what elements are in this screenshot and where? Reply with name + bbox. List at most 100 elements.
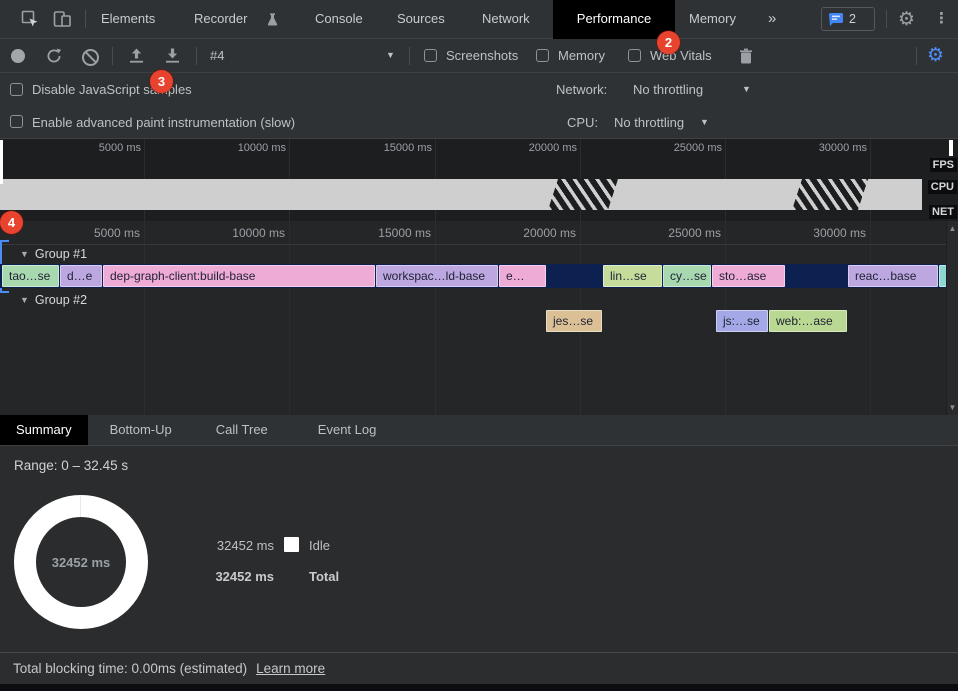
issues-counter-button[interactable]: 2 <box>821 7 875 31</box>
trash-icon[interactable] <box>739 48 753 67</box>
tab-event-log[interactable]: Event Log <box>302 415 393 445</box>
tab-memory[interactable]: Memory <box>689 0 736 38</box>
ruler-tick: 25000 ms <box>641 226 721 240</box>
ruler-tick: 15000 ms <box>351 226 431 240</box>
memory-checkbox[interactable] <box>536 49 549 62</box>
reload-and-record-icon[interactable] <box>46 48 62 67</box>
record-button[interactable] <box>11 49 25 63</box>
flame-bar[interactable]: tao…se <box>2 265 59 287</box>
capture-settings-gear-icon[interactable]: ⚙ <box>927 39 944 72</box>
divider <box>112 47 113 65</box>
cpu-hatched-region <box>548 179 618 210</box>
learn-more-link[interactable]: Learn more <box>256 661 325 676</box>
cpu-hatched-region <box>792 179 868 210</box>
footer-bar: Total blocking time: 0.00ms (estimated) … <box>0 652 958 684</box>
cpu-throttle-arrow[interactable]: ▼ <box>700 106 709 139</box>
tab-elements[interactable]: Elements <box>101 0 155 38</box>
history-select-arrow[interactable]: ▼ <box>386 39 395 72</box>
timeline-overview[interactable]: 5000 ms 10000 ms 15000 ms 20000 ms 25000… <box>0 139 958 221</box>
group1-header[interactable]: ▼Group #1 <box>20 247 87 261</box>
cpu-throttle-value[interactable]: No throttling <box>614 106 684 139</box>
tab-recorder[interactable]: Recorder <box>194 0 247 38</box>
advanced-paint-label[interactable]: Enable advanced paint instrumentation (s… <box>32 106 295 139</box>
tab-call-tree[interactable]: Call Tree <box>200 415 284 445</box>
kebab-menu-icon[interactable]: ⋮ <box>934 0 949 38</box>
more-tabs-chevron[interactable]: » <box>768 0 776 38</box>
gridline <box>289 221 290 415</box>
flame-chart[interactable]: 5000 ms 10000 ms 15000 ms 20000 ms 25000… <box>0 221 958 415</box>
scroll-down-icon[interactable]: ▼ <box>947 403 958 412</box>
ruler-divider <box>0 244 946 245</box>
screenshots-checkbox[interactable] <box>424 49 437 62</box>
divider <box>196 47 197 65</box>
overview-left-handle[interactable] <box>0 140 3 184</box>
divider <box>409 47 410 65</box>
legend-label: Idle <box>309 538 330 553</box>
flame-scrollbar[interactable]: ▲ ▼ <box>946 221 958 415</box>
flame-bar[interactable]: web:…ase <box>769 310 847 332</box>
annotation-badge-4: 4 <box>0 211 23 234</box>
device-toolbar-icon[interactable] <box>53 10 72 31</box>
ruler-tick: 30000 ms <box>786 226 866 240</box>
flame-bar[interactable]: sto…ase <box>712 265 785 287</box>
settings-gear-icon[interactable]: ⚙ <box>898 0 915 39</box>
devtools-window: Elements Recorder Console Sources Networ… <box>0 0 958 691</box>
overview-tick: 5000 ms <box>61 142 141 154</box>
tab-summary[interactable]: Summary <box>0 415 88 445</box>
save-profile-icon[interactable] <box>164 48 181 67</box>
legend-value: 32452 ms <box>190 569 274 584</box>
issues-bubble-icon <box>828 12 844 27</box>
load-profile-icon[interactable] <box>128 48 145 67</box>
collapse-triangle-icon: ▼ <box>20 295 29 305</box>
disable-js-samples-checkbox[interactable] <box>10 83 23 96</box>
issues-count: 2 <box>849 12 856 26</box>
flame-bar[interactable]: jes…se <box>546 310 602 332</box>
flame-bar[interactable]: cy…se <box>663 265 711 287</box>
scroll-up-icon[interactable]: ▲ <box>947 224 958 233</box>
flame-bar[interactable]: lin…se <box>603 265 662 287</box>
inspect-element-icon[interactable] <box>21 10 39 31</box>
annotation-badge-3: 3 <box>150 70 173 93</box>
window-bottom-strip <box>0 684 958 691</box>
flame-bar[interactable]: reac…base <box>848 265 938 287</box>
flame-bar[interactable]: d…e <box>60 265 102 287</box>
summary-panel: Range: 0 – 32.45 s 32452 ms 32452 ms Idl… <box>0 446 958 652</box>
network-throttle-arrow[interactable]: ▼ <box>742 73 751 106</box>
fps-track-label: FPS <box>930 158 957 172</box>
cpu-track-label: CPU <box>928 180 957 194</box>
tab-sources[interactable]: Sources <box>397 0 445 38</box>
overview-tick: 25000 ms <box>642 142 722 154</box>
tab-console[interactable]: Console <box>315 0 363 38</box>
overview-tick: 10000 ms <box>206 142 286 154</box>
flame-bar[interactable]: workspac…ld-base <box>376 265 498 287</box>
history-select[interactable]: #4 <box>210 39 224 72</box>
network-throttle-label: Network: <box>556 73 607 106</box>
overview-tick: 30000 ms <box>787 142 867 154</box>
total-blocking-time-text: Total blocking time: 0.00ms (estimated) <box>13 661 247 676</box>
clear-recording-icon[interactable] <box>82 49 99 66</box>
divider <box>916 47 917 65</box>
divider <box>886 10 887 28</box>
flame-bar[interactable]: dep-graph-client:build-base <box>103 265 375 287</box>
memory-label[interactable]: Memory <box>558 39 605 72</box>
flame-bar[interactable]: js:…se <box>716 310 768 332</box>
group2-header[interactable]: ▼Group #2 <box>20 293 87 307</box>
settings-row-paint: Enable advanced paint instrumentation (s… <box>0 106 958 139</box>
donut-center-value: 32452 ms <box>14 495 148 629</box>
screenshots-label[interactable]: Screenshots <box>446 39 518 72</box>
cpu-activity-band <box>0 179 922 210</box>
advanced-paint-checkbox[interactable] <box>10 115 23 128</box>
settings-row-js-samples: Disable JavaScript samples Network: No t… <box>0 73 958 106</box>
ruler-tick: 20000 ms <box>496 226 576 240</box>
detail-tab-bar: Summary Bottom-Up Call Tree Event Log <box>0 415 958 446</box>
tab-bottom-up[interactable]: Bottom-Up <box>94 415 188 445</box>
network-throttle-value[interactable]: No throttling <box>633 73 703 106</box>
performance-toolbar: #4 ▼ Screenshots Memory Web Vitals ⚙ <box>0 39 958 73</box>
flame-bar[interactable]: e… <box>499 265 546 287</box>
gridline <box>870 221 871 415</box>
tab-network[interactable]: Network <box>482 0 530 38</box>
overview-right-handle[interactable] <box>949 140 953 156</box>
tab-performance[interactable]: Performance <box>553 0 675 39</box>
ruler-tick: 5000 ms <box>60 226 140 240</box>
web-vitals-checkbox[interactable] <box>628 49 641 62</box>
